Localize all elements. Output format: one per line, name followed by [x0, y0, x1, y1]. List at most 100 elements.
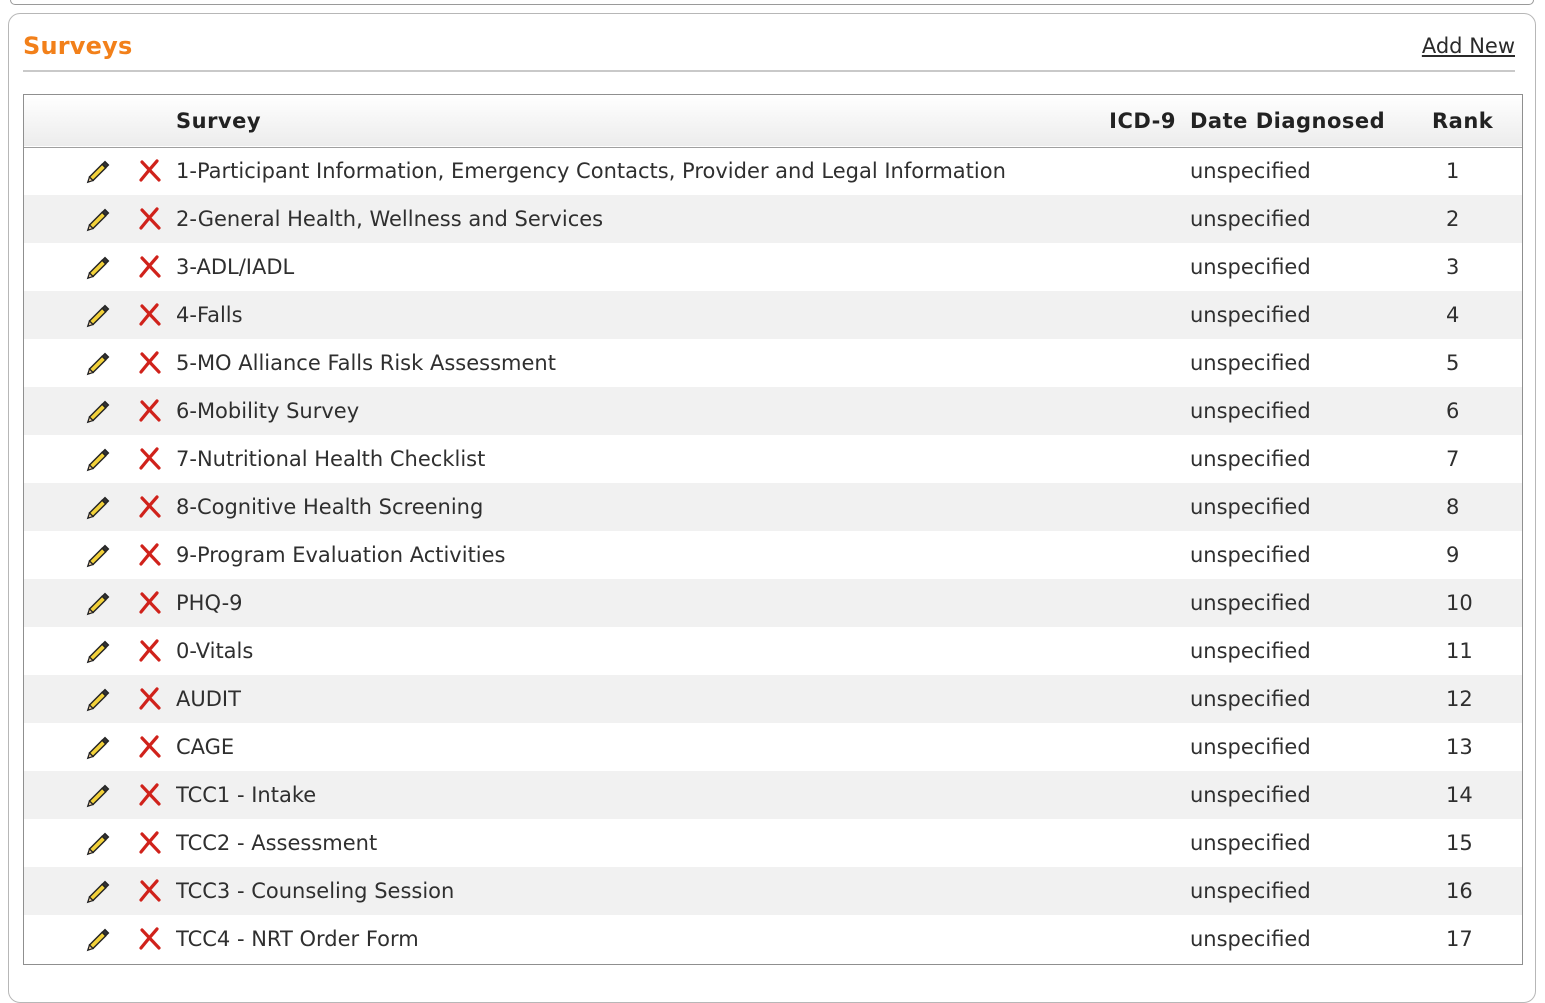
icd9-cell	[1106, 387, 1190, 435]
survey-name-cell: PHQ-9	[176, 591, 243, 615]
icd9-cell	[1106, 195, 1190, 243]
table-row: 2-General Health, Wellness and Services …	[24, 195, 1522, 243]
red-x-icon[interactable]	[135, 588, 165, 618]
row-spacer	[24, 243, 74, 291]
header-icd9[interactable]: ICD-9	[1106, 95, 1190, 147]
row-spacer	[24, 579, 74, 627]
pencil-icon[interactable]	[84, 636, 114, 666]
red-x-icon[interactable]	[135, 876, 165, 906]
pencil-icon[interactable]	[84, 684, 114, 714]
red-x-icon[interactable]	[135, 300, 165, 330]
pencil-icon[interactable]	[84, 300, 114, 330]
survey-name-cell: TCC4 - NRT Order Form	[176, 927, 419, 951]
date-diagnosed-cell: unspecified	[1190, 735, 1311, 759]
pencil-icon[interactable]	[84, 828, 114, 858]
delete-cell	[124, 483, 176, 531]
pencil-icon[interactable]	[84, 924, 114, 954]
table-row: 9-Program Evaluation Activities unspecif…	[24, 531, 1522, 579]
row-spacer	[24, 627, 74, 675]
pencil-icon[interactable]	[84, 204, 114, 234]
rank-cell: 12	[1446, 687, 1473, 711]
header-survey[interactable]: Survey	[176, 95, 1106, 147]
pencil-icon[interactable]	[84, 348, 114, 378]
red-x-icon[interactable]	[135, 396, 165, 426]
row-spacer	[24, 483, 74, 531]
rank-cell: 17	[1446, 927, 1473, 951]
edit-cell	[74, 915, 124, 963]
survey-name-cell: 3-ADL/IADL	[176, 255, 295, 279]
date-diagnosed-cell: unspecified	[1190, 783, 1311, 807]
header-rank[interactable]: Rank	[1432, 95, 1522, 147]
pencil-icon[interactable]	[84, 492, 114, 522]
survey-name-cell: TCC1 - Intake	[176, 783, 317, 807]
pencil-icon[interactable]	[84, 252, 114, 282]
header-date-diagnosed[interactable]: Date Diagnosed	[1190, 95, 1432, 147]
edit-cell	[74, 819, 124, 867]
survey-name-cell: AUDIT	[176, 687, 241, 711]
date-diagnosed-cell: unspecified	[1190, 447, 1311, 471]
icd9-cell	[1106, 435, 1190, 483]
rank-cell: 14	[1446, 783, 1473, 807]
row-spacer	[24, 291, 74, 339]
edit-cell	[74, 771, 124, 819]
rank-cell: 5	[1446, 351, 1460, 375]
edit-cell	[74, 531, 124, 579]
pencil-icon[interactable]	[84, 156, 114, 186]
pencil-icon[interactable]	[84, 396, 114, 426]
red-x-icon[interactable]	[135, 156, 165, 186]
red-x-icon[interactable]	[135, 252, 165, 282]
pencil-icon[interactable]	[84, 588, 114, 618]
rank-cell: 6	[1446, 399, 1460, 423]
delete-cell	[124, 819, 176, 867]
red-x-icon[interactable]	[135, 732, 165, 762]
rank-cell: 7	[1446, 447, 1460, 471]
icd9-cell	[1106, 531, 1190, 579]
add-new-link[interactable]: Add New	[1422, 34, 1515, 58]
pencil-icon[interactable]	[84, 444, 114, 474]
row-spacer	[24, 771, 74, 819]
delete-cell	[124, 531, 176, 579]
edit-cell	[74, 195, 124, 243]
date-diagnosed-cell: unspecified	[1190, 639, 1311, 663]
row-spacer	[24, 387, 74, 435]
table-row: 1-Participant Information, Emergency Con…	[24, 147, 1522, 195]
rank-cell: 2	[1446, 207, 1460, 231]
icd9-cell	[1106, 483, 1190, 531]
row-spacer	[24, 195, 74, 243]
pencil-icon[interactable]	[84, 876, 114, 906]
row-spacer	[24, 531, 74, 579]
rank-cell: 3	[1446, 255, 1460, 279]
red-x-icon[interactable]	[135, 780, 165, 810]
red-x-icon[interactable]	[135, 540, 165, 570]
rank-cell: 10	[1446, 591, 1473, 615]
red-x-icon[interactable]	[135, 924, 165, 954]
header-delete-col	[124, 95, 176, 147]
date-diagnosed-cell: unspecified	[1190, 543, 1311, 567]
rank-cell: 16	[1446, 879, 1473, 903]
rank-cell: 11	[1446, 639, 1473, 663]
table-row: TCC2 - Assessment unspecified 15	[24, 819, 1522, 867]
delete-cell	[124, 435, 176, 483]
red-x-icon[interactable]	[135, 636, 165, 666]
pencil-icon[interactable]	[84, 732, 114, 762]
red-x-icon[interactable]	[135, 348, 165, 378]
delete-cell	[124, 147, 176, 195]
delete-cell	[124, 627, 176, 675]
red-x-icon[interactable]	[135, 828, 165, 858]
red-x-icon[interactable]	[135, 444, 165, 474]
survey-name-cell: 4-Falls	[176, 303, 243, 327]
red-x-icon[interactable]	[135, 684, 165, 714]
survey-name-cell: TCC3 - Counseling Session	[176, 879, 455, 903]
pencil-icon[interactable]	[84, 780, 114, 810]
red-x-icon[interactable]	[135, 204, 165, 234]
table-row: 7-Nutritional Health Checklist unspecifi…	[24, 435, 1522, 483]
icd9-cell	[1106, 723, 1190, 771]
rank-cell: 8	[1446, 495, 1460, 519]
row-spacer	[24, 723, 74, 771]
date-diagnosed-cell: unspecified	[1190, 303, 1311, 327]
header-spacer	[24, 95, 74, 147]
rank-cell: 13	[1446, 735, 1473, 759]
pencil-icon[interactable]	[84, 540, 114, 570]
row-spacer	[24, 147, 74, 195]
red-x-icon[interactable]	[135, 492, 165, 522]
